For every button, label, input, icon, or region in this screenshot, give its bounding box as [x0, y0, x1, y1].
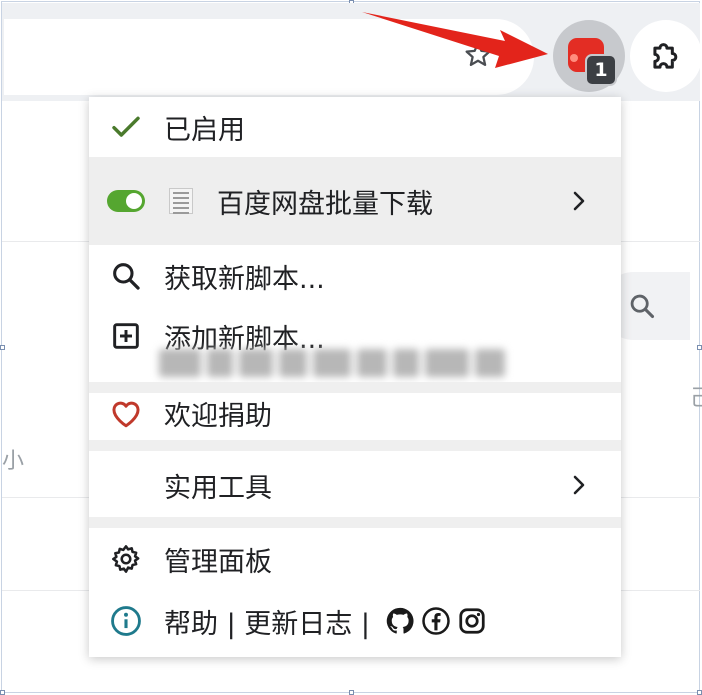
get-new-scripts-item[interactable]: 获取新脚本... [89, 247, 621, 305]
utilities-item[interactable]: 实用工具 [89, 451, 621, 519]
menu-separator [89, 440, 621, 451]
help-row: 帮助 | 更新日志 | [89, 592, 621, 650]
selection-handle [349, 690, 354, 695]
enabled-row[interactable]: 已启用 [89, 97, 621, 157]
heart-icon [107, 394, 145, 432]
chevron-right-icon [569, 470, 589, 500]
page-text-fragment: 己 [690, 386, 702, 411]
enabled-label: 已启用 [164, 114, 245, 146]
gear-icon [107, 540, 145, 578]
dashboard-item[interactable]: 管理面板 [89, 530, 621, 588]
selection-handle [0, 345, 5, 350]
script-row[interactable]: 百度网盘批量下载 [89, 157, 621, 245]
donate-item[interactable]: 欢迎捐助 [89, 387, 621, 439]
selection-handle [697, 690, 702, 695]
redacted-content [159, 349, 559, 385]
check-icon [107, 108, 145, 146]
script-count-badge: 1 [585, 54, 617, 86]
script-name: 百度网盘批量下载 [217, 188, 433, 220]
toggle-icon[interactable] [107, 190, 145, 212]
dashboard-label: 管理面板 [164, 546, 272, 578]
github-icon[interactable] [385, 606, 415, 636]
script-favicon [169, 188, 193, 214]
puzzle-icon[interactable] [630, 20, 702, 92]
chevron-right-icon [569, 186, 589, 216]
menu-separator [89, 517, 621, 528]
browser-toolbar: 1 [2, 3, 702, 101]
selection-handle [697, 345, 702, 350]
plus-square-icon [107, 317, 145, 355]
page-text-fragment: 小 [2, 449, 25, 474]
facebook-icon[interactable] [421, 606, 451, 636]
red-arrow [362, 12, 548, 68]
selection-handle [0, 690, 5, 695]
tampermonkey-popup-menu: 已启用 百度网盘批量下载 获取新脚本... 添加新脚本... 欢迎捐助 实用工具 [89, 97, 621, 657]
utilities-label: 实用工具 [164, 472, 272, 504]
donate-label: 欢迎捐助 [164, 400, 272, 432]
help-changelog-link[interactable]: 帮助 | 更新日志 | [164, 602, 370, 641]
tampermonkey-extension-button[interactable]: 1 [553, 20, 625, 92]
info-icon [107, 602, 145, 640]
search-icon [107, 257, 145, 295]
instagram-icon[interactable] [457, 606, 487, 636]
get-new-scripts-label: 获取新脚本... [164, 263, 325, 295]
